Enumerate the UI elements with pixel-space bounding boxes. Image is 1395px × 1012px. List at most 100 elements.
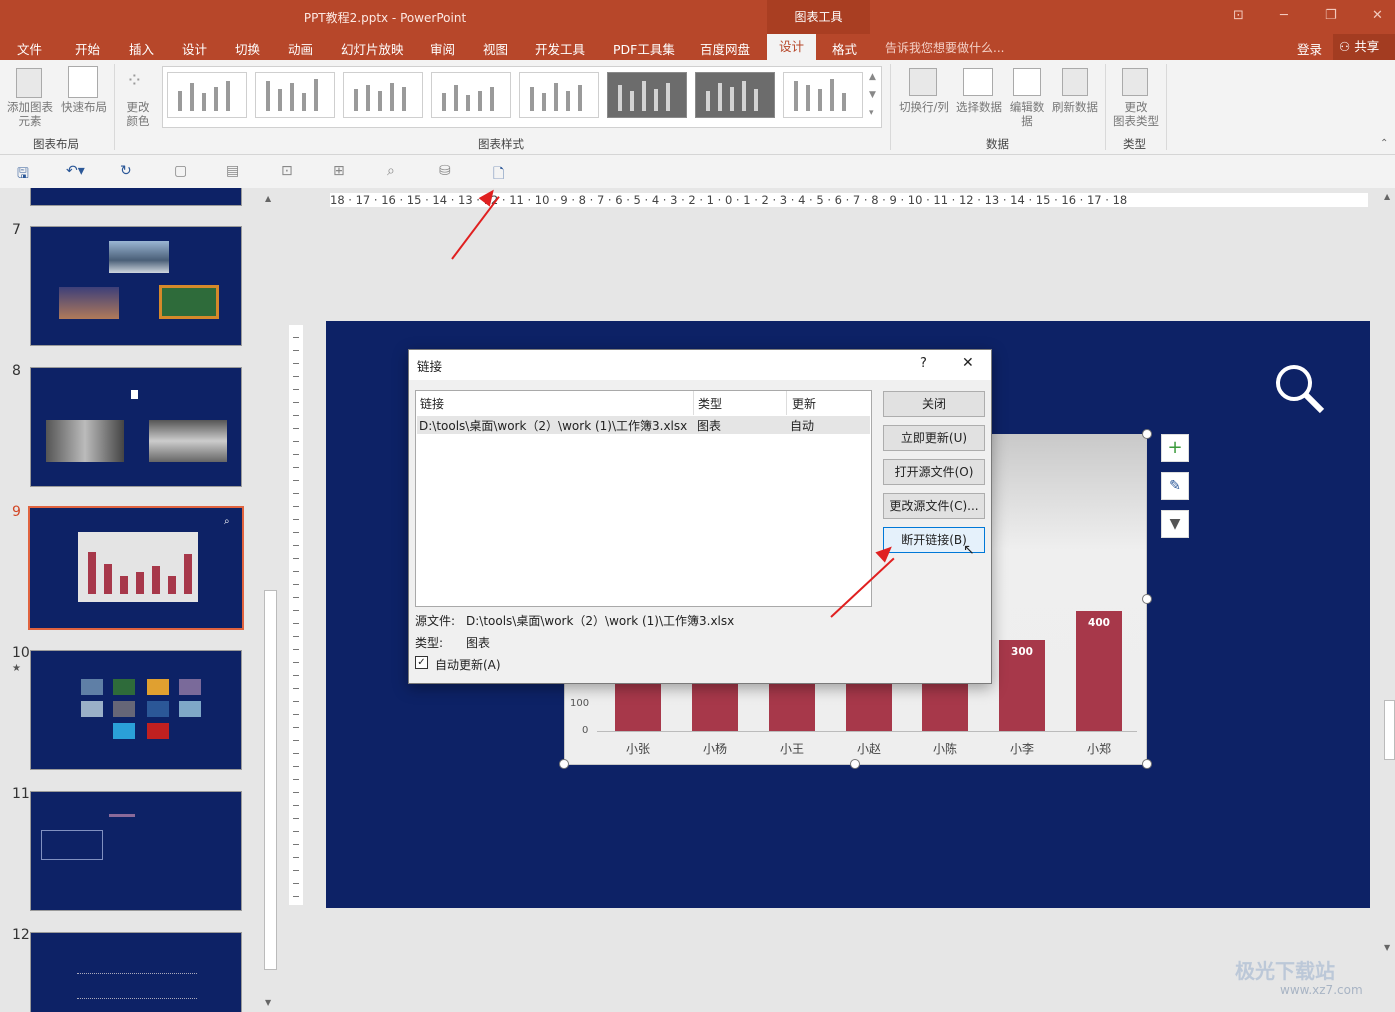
links-list[interactable]: 链接 类型 更新 D:\tools\桌面\work（2）\work (1)\工作… [415,390,872,607]
x-category-label: 小张 [625,742,650,756]
chart-style-1[interactable] [167,72,247,118]
chart-style-4[interactable] [431,72,511,118]
switch-row-column-button[interactable]: 切换行/列 [894,100,954,114]
presenter-icon[interactable]: ⊡ [281,163,293,179]
tab-chart-format[interactable]: 格式 [832,39,857,58]
x-category-label: 小杨 [702,742,727,756]
mini-table [41,830,103,860]
bar-5[interactable]: 300 [999,640,1045,731]
link-row[interactable]: D:\tools\桌面\work（2）\work (1)\工作簿3.xlsx 图… [417,416,870,434]
column-header-update[interactable]: 更新 [792,395,816,412]
ruler-ticks [293,325,299,905]
resize-handle[interactable] [1142,759,1152,769]
add-chart-element-button[interactable]: 添加图表 元素 [4,100,56,128]
scroll-up-icon[interactable]: ▲ [1384,192,1390,201]
edit-links-icon[interactable]: 🗋 [493,163,504,187]
slide-thumbnail-6[interactable] [30,188,242,206]
tell-me-search[interactable]: 告诉我您想要做什么... [885,39,1004,56]
person-icon: ⚇ [1339,39,1351,54]
tab-review[interactable]: 审阅 [430,39,455,58]
change-source-button[interactable]: 更改源文件(C)... [883,493,985,519]
chart-style-8[interactable] [783,72,863,118]
collapse-ribbon-icon[interactable]: ⌃ [1380,138,1388,149]
change-chart-type-button[interactable]: 更改 图表类型 [1108,100,1164,128]
slide-thumbnail-9[interactable]: ⌕ [28,506,244,630]
tab-view[interactable]: 视图 [483,39,508,58]
column-header-type[interactable]: 类型 [698,395,722,412]
tab-insert[interactable]: 插入 [129,39,154,58]
print-preview-icon[interactable]: ⌕ [387,163,395,179]
change-color-label: 更改 [126,100,150,114]
resize-handle[interactable] [1142,594,1152,604]
tab-chart-design[interactable]: 设计 [767,34,816,60]
quick-layout-button[interactable]: 快速布局 [58,100,110,114]
slide-thumbnail-11[interactable] [30,791,242,911]
scroll-down-icon[interactable]: ▼ [1384,943,1390,952]
tab-developer[interactable]: 开发工具 [535,39,585,58]
help-icon[interactable]: ? [920,356,927,371]
editor-scrollbar[interactable]: ▲ ▼ [1383,190,1395,1000]
resize-handle[interactable] [1142,429,1152,439]
undo-icon[interactable]: ↶▾ [66,163,85,179]
new-slide-icon[interactable]: ▢ [174,163,187,179]
gallery-scroll-icon[interactable]: ▲ ▼ ▾ [869,68,876,122]
mini-text [77,973,197,999]
slide-thumbnail-10[interactable] [30,650,242,770]
chart-style-5[interactable] [519,72,599,118]
chart-styles-brush-icon[interactable]: ✎ [1161,472,1189,500]
auto-update-checkbox[interactable]: ✓ [415,656,428,669]
tab-file[interactable]: 文件 [17,39,42,58]
tab-design[interactable]: 设计 [182,39,207,58]
chart-filter-icon[interactable]: ▼ [1161,510,1189,538]
column-header-link[interactable]: 链接 [420,395,444,412]
scroll-thumb[interactable] [1384,700,1395,760]
tab-baidu-netdisk[interactable]: 百度网盘 [700,39,750,58]
close-window-button[interactable]: ✕ [1372,8,1383,23]
update-now-button[interactable]: 立即更新(U) [883,425,985,451]
save-icon[interactable]: 🖫 [17,163,29,187]
auto-update-label[interactable]: 自动更新(A) [435,656,501,673]
close-button[interactable]: 关闭 [883,391,985,417]
check-icon[interactable]: ⛁ [439,163,451,179]
tab-slideshow[interactable]: 幻灯片放映 [341,39,404,58]
change-colors-button[interactable]: 更改 颜色 [118,100,158,128]
ribbon-display-options-icon[interactable]: ⊡ [1233,8,1244,23]
resize-handle[interactable] [850,759,860,769]
edit-data-button[interactable]: 编辑数据 [1005,100,1049,128]
open-source-button[interactable]: 打开源文件(O) [883,459,985,485]
chart-elements-plus-icon[interactable]: + [1161,434,1189,462]
chart-style-3[interactable] [343,72,423,118]
restore-button[interactable]: ❐ [1325,8,1337,23]
refresh-data-icon [1062,68,1088,96]
scroll-thumb[interactable] [264,590,277,970]
refresh-data-button[interactable]: 刷新数据 [1049,100,1101,114]
lake-image [109,241,169,273]
select-data-button[interactable]: 选择数据 [953,100,1005,114]
chart-style-7[interactable] [695,72,775,118]
minimize-button[interactable]: ─ [1280,8,1288,23]
tab-animations[interactable]: 动画 [288,39,313,58]
redo-icon[interactable]: ↻ [120,163,132,179]
tab-transitions[interactable]: 切换 [235,39,260,58]
login-link[interactable]: 登录 [1297,39,1322,58]
tab-home[interactable]: 开始 [75,39,100,58]
bar-6[interactable]: 400 [1076,611,1122,731]
city-image [59,287,119,319]
thumbnail-scrollbar[interactable]: ▲ ▼ [263,190,278,1009]
slide-thumbnail-8[interactable] [30,367,242,487]
slide-thumbnail-7[interactable] [30,226,242,346]
group-label-styles: 图表样式 [478,137,524,151]
slideshow-icon[interactable]: ⊞ [333,163,345,179]
tile [113,723,135,739]
scroll-up-icon[interactable]: ▲ [265,194,271,203]
edit-data-label2: 据 [1021,114,1033,128]
close-icon[interactable]: ✕ [962,355,974,371]
chart-style-6[interactable] [607,72,687,118]
tab-pdf-tools[interactable]: PDF工具集 [613,39,675,58]
share-button[interactable]: ⚇ 共享 [1333,34,1395,60]
resize-handle[interactable] [559,759,569,769]
layout-icon[interactable]: ▤ [226,163,239,179]
slide-thumbnail-12[interactable] [30,932,242,1012]
chart-style-2[interactable] [255,72,335,118]
scroll-down-icon[interactable]: ▼ [265,998,271,1007]
